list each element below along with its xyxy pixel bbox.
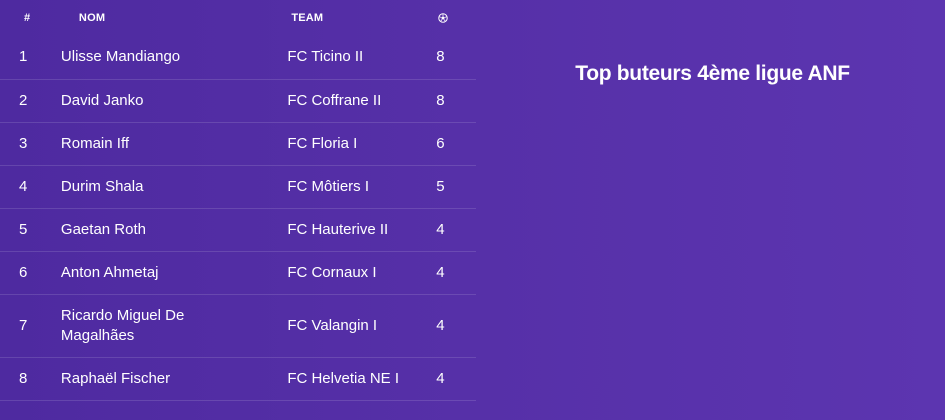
table-header-row: # NOM TEAM (0, 0, 476, 36)
rank-cell: 5 (0, 208, 61, 252)
table-row: 2 David Janko FC Coffrane II 8 (0, 79, 476, 123)
player-name-cell: Anton Ahmetaj (60, 251, 276, 295)
goals-cell: 4 (436, 251, 476, 295)
header-rank: # (24, 12, 31, 24)
team-cell: FC Hauterive II (275, 208, 437, 252)
rank-cell: 2 (0, 79, 61, 123)
player-name-cell: Ricardo Miguel De Magalhães (60, 294, 276, 358)
table-body: 1 Ulisse Mandiango FC Ticino II 8 2 Davi… (0, 36, 476, 401)
table-row: 7 Ricardo Miguel De Magalhães FC Valangi… (0, 294, 476, 358)
goals-cell: 8 (436, 36, 476, 80)
rank-cell: 4 (0, 165, 61, 209)
team-cell: FC Floria I (275, 122, 437, 166)
team-cell: FC Helvetia NE I (275, 357, 437, 401)
rank-cell: 7 (0, 294, 61, 358)
goals-cell: 4 (436, 208, 476, 252)
goals-cell: 4 (436, 294, 476, 358)
team-cell: FC Ticino II (275, 36, 437, 80)
goals-cell: 8 (436, 79, 476, 123)
rank-cell: 1 (0, 36, 61, 80)
table-row: 3 Romain Iff FC Floria I 6 (0, 122, 476, 166)
table-row: 4 Durim Shala FC Môtiers I 5 (0, 165, 476, 209)
top-scorers-table: # NOM TEAM 1 Ulisse Mandiango FC Ticino … (0, 0, 476, 401)
player-name-cell: Durim Shala (60, 165, 276, 209)
rank-cell: 8 (0, 357, 61, 401)
header-team: TEAM (291, 12, 324, 24)
table-row: 1 Ulisse Mandiango FC Ticino II 8 (0, 36, 476, 80)
team-cell: FC Môtiers I (275, 165, 437, 209)
rank-cell: 6 (0, 251, 61, 295)
header-goals (436, 0, 476, 36)
goals-cell: 6 (436, 122, 476, 166)
header-name: NOM (78, 12, 106, 24)
player-name-cell: Romain Iff (60, 122, 276, 166)
player-name-cell: Gaetan Roth (60, 208, 276, 252)
table-row: 6 Anton Ahmetaj FC Cornaux I 4 (0, 251, 476, 295)
player-name-cell: Raphaël Fischer (60, 357, 276, 401)
goals-cell: 4 (436, 357, 476, 401)
table-row: 8 Raphaël Fischer FC Helvetia NE I 4 (0, 357, 476, 401)
table-header: # NOM TEAM (0, 0, 476, 36)
soccer-ball-icon (438, 13, 448, 23)
table-row: 5 Gaetan Roth FC Hauterive II 4 (0, 208, 476, 252)
goals-cell: 5 (436, 165, 476, 209)
team-cell: FC Cornaux I (275, 251, 437, 295)
team-cell: FC Coffrane II (275, 79, 437, 123)
team-cell: FC Valangin I (275, 294, 437, 358)
page-title: Top buteurs 4ème ligue ANF (575, 62, 850, 85)
rank-cell: 3 (0, 122, 61, 166)
player-name-cell: Ulisse Mandiango (60, 36, 276, 80)
player-name-cell: David Janko (60, 79, 276, 123)
